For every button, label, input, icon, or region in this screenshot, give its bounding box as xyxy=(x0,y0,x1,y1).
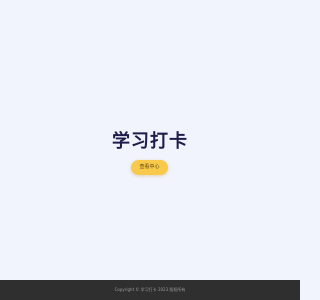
cta-button[interactable]: 查看中心 xyxy=(131,160,168,175)
copyright-text: Copyright © 学习打卡 2023 版权所有 xyxy=(114,287,186,292)
page-title: 学习打卡 xyxy=(112,131,188,152)
footer: Copyright © 学习打卡 2023 版权所有 xyxy=(0,280,300,300)
hero-section: 学习打卡 查看中心 xyxy=(0,0,300,280)
